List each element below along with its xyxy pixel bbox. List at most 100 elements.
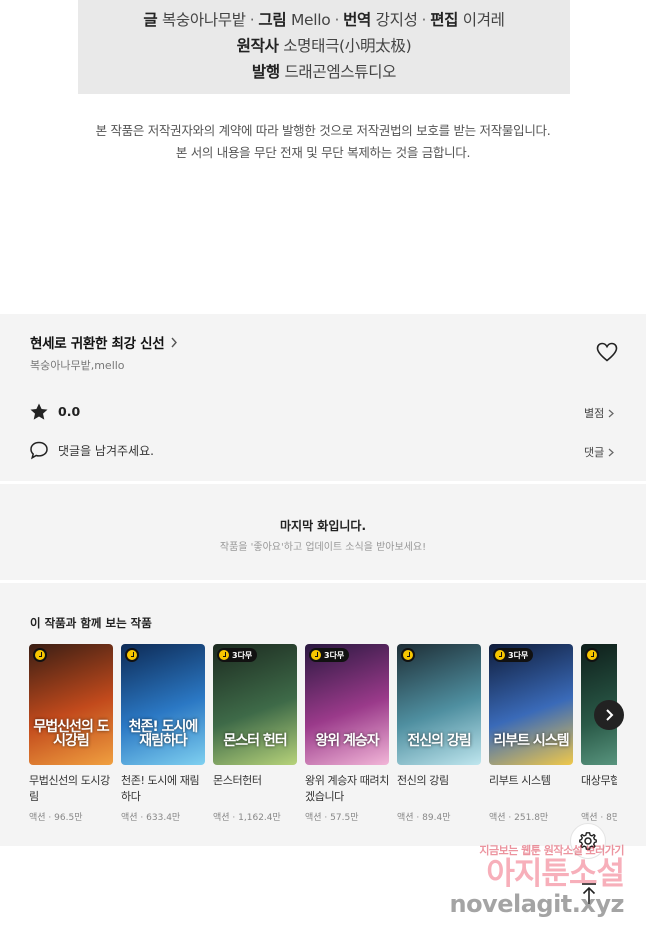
- recommendation-card[interactable]: 3다무 리부트 시스템리부트 시스템액션 · 251.8만: [489, 644, 573, 823]
- series-title: 현세로 귀환한 최강 신선: [30, 336, 165, 352]
- credit-role: 원작사: [236, 37, 279, 55]
- credit-role: 그림: [258, 11, 287, 29]
- clock-icon: [495, 650, 505, 660]
- copyright-notice-line1: 본 작품은 저작권자와의 계약에 따라 발행한 것으로 저작권법의 보호를 받는…: [95, 123, 551, 138]
- recommendation-card[interactable]: 3다무 왕위 계승자왕위 계승자 때려치겠습니다액션 · 57.5만: [305, 644, 389, 823]
- recommendation-meta: 액션 · 633.4만: [121, 810, 205, 823]
- recommendation-genre: 액션: [305, 813, 322, 823]
- heart-outline-icon[interactable]: [595, 340, 619, 364]
- last-episode-title: 마지막 화입니다.: [279, 519, 367, 533]
- recommendations-heading: 이 작품과 함께 보는 작품: [30, 616, 152, 630]
- meta-separator: ·: [597, 813, 607, 823]
- credits-line-publisher: 발행 드래곤엠스튜디오: [251, 60, 397, 82]
- recommendation-title[interactable]: 무법신선의 도시강림: [29, 773, 113, 807]
- rating-link[interactable]: 별점: [584, 405, 615, 421]
- recommendation-title[interactable]: 리부트 시스템: [489, 773, 573, 807]
- wait-free-badge: [401, 648, 415, 662]
- recommendation-views: 1,162.4만: [238, 813, 281, 823]
- recommendation-meta: 액션 · 1,162.4만: [213, 810, 297, 823]
- recommendation-title[interactable]: 몬스터헌터: [213, 773, 297, 807]
- recommendation-cover[interactable]: 3다무몬스터 헌터: [213, 644, 297, 765]
- series-authors: 복숭아나무밭,mello: [30, 359, 125, 372]
- comment-link[interactable]: 댓글: [584, 444, 615, 460]
- comment-link-label: 댓글: [584, 446, 605, 459]
- recommendation-genre: 액션: [29, 813, 46, 823]
- clock-icon: [35, 650, 45, 660]
- credit-separator: ·: [334, 11, 340, 29]
- wait-free-badge: [33, 648, 47, 662]
- recommendation-views: 57.5만: [330, 813, 359, 823]
- credit-name: 드래곤엠스튜디오: [284, 63, 397, 81]
- cover-title-art: 전신의 강림: [407, 733, 471, 750]
- recommendation-meta: 액션 · 8만: [581, 810, 617, 823]
- recommendation-views: 89.4만: [422, 813, 451, 823]
- meta-separator: ·: [229, 813, 239, 823]
- credit-separator: ·: [249, 11, 255, 29]
- watermark-url: novelagit.xyz: [449, 889, 624, 918]
- meta-separator: ·: [413, 813, 423, 823]
- recommendation-card[interactable]: 무법신선의 도시강림 무법신선의 도시강림 액션 · 96.5만: [29, 644, 113, 823]
- recommendation-card[interactable]: 전신의 강림 전신의 강림 액션 · 89.4만: [397, 644, 481, 823]
- clock-icon: [587, 650, 597, 660]
- comment-prompt[interactable]: 댓글을 남겨주세요.: [58, 442, 154, 459]
- recommendation-genre: 액션: [121, 813, 138, 823]
- credit-role: 편집: [430, 11, 459, 29]
- recommendation-cover[interactable]: 3다무 왕위 계승자: [305, 644, 389, 765]
- cover-title-art: 몬스터 헌터: [223, 733, 287, 750]
- recommendation-cover[interactable]: 천존! 도시에 재림하다: [121, 644, 205, 765]
- credits-box: 글 복숭아나무밭 · 그림 Mello · 번역 강지성 · 편집 이겨레 원작사 소명태극…: [78, 0, 570, 94]
- chevron-right-icon: [171, 337, 178, 347]
- clock-icon: [219, 650, 229, 660]
- recommendation-card[interactable]: 대상무협 삼킨 퇴마액션 · 8만: [581, 644, 617, 823]
- recommendation-views: 8만: [606, 813, 617, 823]
- recommendation-title[interactable]: 전신의 강림: [397, 773, 481, 807]
- credits-line-original: 원작사 소명태극(小明太极): [237, 34, 412, 56]
- credit-name: 소명태극(小明太极): [283, 37, 412, 55]
- credit-role: 번역: [343, 11, 372, 29]
- recommendation-title[interactable]: 천존! 도시에 재림하다: [121, 773, 205, 807]
- copyright-notice-line2: 본 서의 내용을 무단 전재 및 무단 복제하는 것을 금합니다.: [175, 145, 471, 160]
- recommendation-card[interactable]: 천존! 도시에 재림하다 천존! 도시에 재림하다 액션 · 633.4만: [121, 644, 205, 823]
- credit-role: 발행: [251, 63, 280, 81]
- recommendation-views: 633.4만: [146, 813, 181, 823]
- credit-name: 복숭아나무밭: [161, 11, 246, 29]
- badge-label: 3다무: [324, 650, 345, 660]
- recommendations-carousel[interactable]: 무법신선의 도시강림 무법신선의 도시강림 액션 · 96.5만 천존! 도시에 재림…: [29, 644, 617, 834]
- credit-role: 글: [143, 11, 158, 29]
- recommendation-views: 251.8만: [514, 813, 549, 823]
- last-episode-subtitle: 작품을 '좋아요'하고 업데이트 소식을 받아보세요!: [219, 542, 427, 553]
- meta-separator: ·: [321, 813, 331, 823]
- credit-separator: ·: [421, 11, 427, 29]
- wait-free-badge: [125, 648, 139, 662]
- recommendation-cover[interactable]: 3다무 리부트 시스템: [489, 644, 573, 765]
- chevron-right-icon: [608, 448, 615, 456]
- recommendation-genre: 액션: [213, 813, 230, 823]
- star-icon[interactable]: [29, 402, 49, 422]
- credit-name: Mello: [290, 11, 331, 29]
- recommendation-meta: 액션 · 96.5만: [29, 810, 113, 823]
- recommendation-card[interactable]: 3다무몬스터 헌터몬스터헌터액션 · 1,162.4만: [213, 644, 297, 823]
- badge-label: 3다무: [232, 650, 253, 660]
- section-divider: [0, 580, 646, 583]
- rating-link-label: 별점: [584, 407, 605, 420]
- chevron-right-icon: [608, 409, 615, 417]
- recommendation-cover[interactable]: 전신의 강림: [397, 644, 481, 765]
- wait-free-badge: 3다무: [217, 648, 258, 662]
- recommendation-cover[interactable]: 무법신선의 도시강림: [29, 644, 113, 765]
- recommendation-title[interactable]: 대상무협 삼킨 퇴마: [581, 773, 617, 807]
- series-title-link[interactable]: 현세로 귀환한 최강 신선: [30, 332, 178, 352]
- wait-free-badge: 3다무: [493, 648, 534, 662]
- rating-value: 0.0: [58, 404, 81, 419]
- clock-icon: [403, 650, 413, 660]
- carousel-next-button[interactable]: [594, 700, 624, 730]
- credit-name: 이겨레: [462, 11, 505, 29]
- wait-free-badge: 3다무: [309, 648, 350, 662]
- badge-label: 3다무: [508, 650, 529, 660]
- recommendation-title[interactable]: 왕위 계승자 때려치겠습니다: [305, 773, 389, 807]
- recommendation-genre: 액션: [581, 813, 598, 823]
- speech-bubble-icon[interactable]: [29, 440, 49, 460]
- meta-separator: ·: [137, 813, 147, 823]
- recommendation-meta: 액션 · 251.8만: [489, 810, 573, 823]
- cover-title-art: 무법신선의 도시강림: [33, 718, 109, 750]
- meta-separator: ·: [45, 813, 55, 823]
